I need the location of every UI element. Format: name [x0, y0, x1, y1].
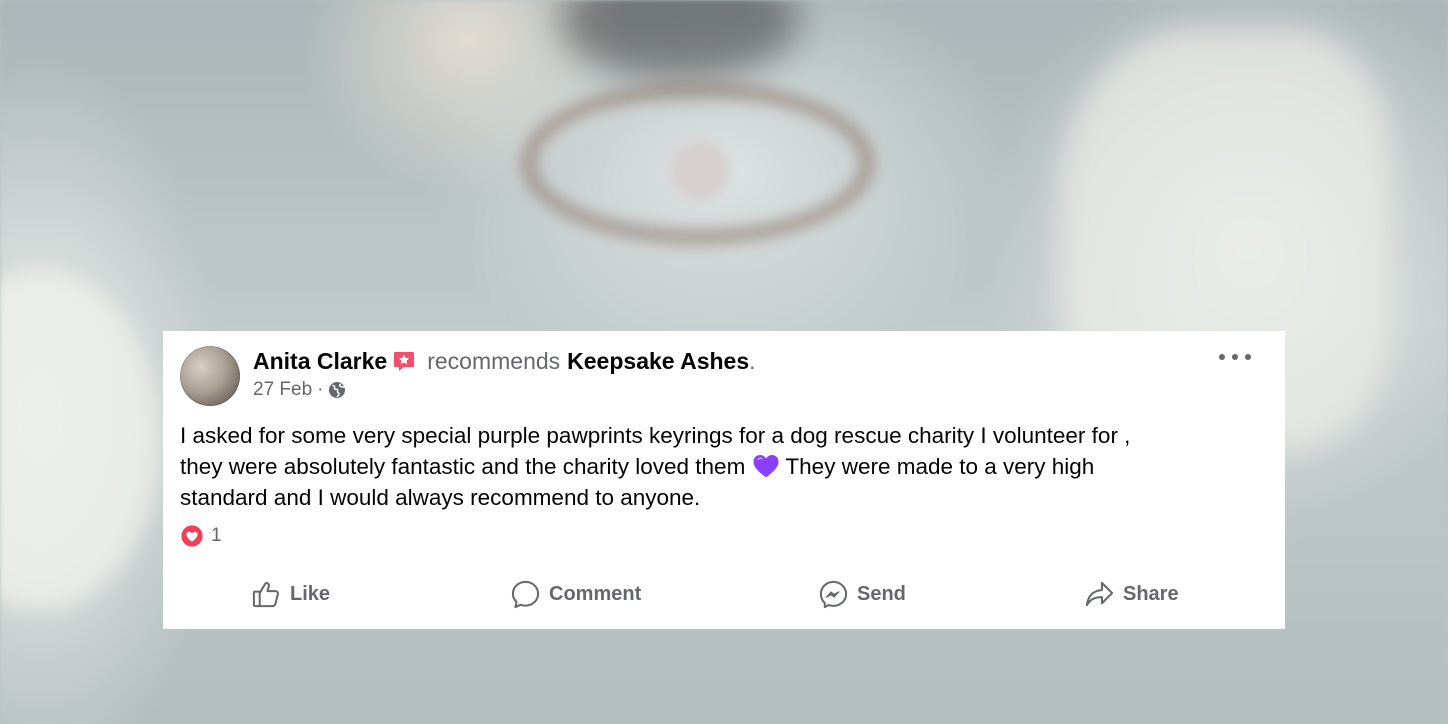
like-button[interactable]: Like: [251, 574, 330, 614]
post-meta: 27 Feb ·: [253, 379, 346, 401]
purple-heart-icon: [753, 455, 779, 478]
thumbs-up-icon: [252, 581, 279, 607]
post-header: Anita Clarke recommends Keepsake Ashes .: [253, 346, 756, 376]
like-label: Like: [290, 582, 331, 605]
love-reaction-icon: [180, 524, 204, 548]
author-name[interactable]: Anita Clarke: [253, 348, 387, 375]
share-button[interactable]: Share: [1084, 574, 1179, 614]
post-text-line: I asked for some very special purple paw…: [180, 423, 1131, 448]
send-button[interactable]: Send: [818, 574, 906, 614]
reaction-count: 1: [211, 525, 222, 546]
post-text-line: standard and I would always recommend to…: [180, 485, 701, 510]
globe-icon: [329, 382, 346, 398]
reaction-summary[interactable]: 1: [180, 524, 222, 548]
more-options-icon[interactable]: [1219, 347, 1251, 367]
recommendation-badge-icon: [394, 352, 415, 371]
post-actions-bar: Like Comment Send Share: [163, 574, 1285, 614]
comment-label: Comment: [549, 582, 642, 605]
send-label: Send: [857, 582, 906, 605]
share-label: Share: [1123, 582, 1179, 605]
share-arrow-icon: [1085, 581, 1114, 606]
recommends-text: recommends: [427, 347, 561, 374]
post-body: I asked for some very special purple paw…: [180, 420, 1250, 513]
header-period: .: [749, 347, 756, 374]
page-name-link[interactable]: Keepsake Ashes: [567, 348, 749, 375]
recommendation-post-card: Anita Clarke recommends Keepsake Ashes .…: [163, 331, 1285, 629]
avatar[interactable]: [180, 346, 240, 406]
messenger-icon: [819, 580, 848, 608]
comment-bubble-icon: [511, 580, 540, 608]
post-text-line: they were absolutely fantastic and the c…: [180, 454, 1095, 479]
meta-separator: ·: [317, 379, 324, 400]
comment-button[interactable]: Comment: [510, 574, 641, 614]
post-date[interactable]: 27 Feb: [253, 379, 312, 401]
